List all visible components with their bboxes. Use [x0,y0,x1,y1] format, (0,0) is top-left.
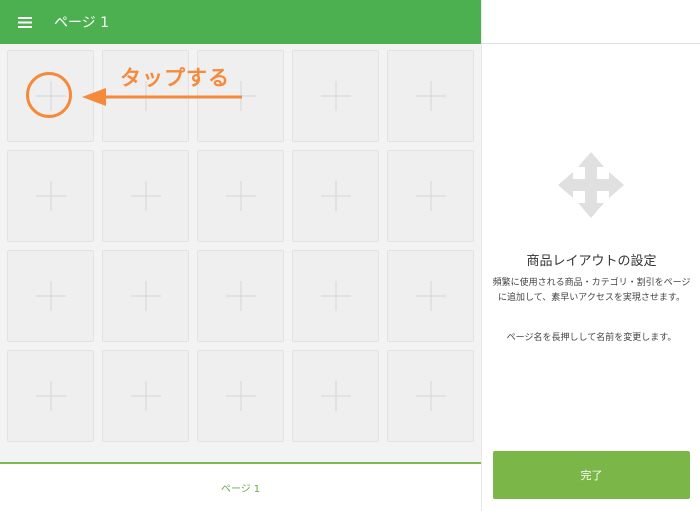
empty-tile[interactable] [197,350,284,442]
empty-tile[interactable] [292,350,379,442]
tutorial-highlight-circle [26,72,72,118]
empty-tile[interactable] [7,150,94,242]
plus-icon [130,281,161,311]
plus-icon [415,381,446,411]
page-title: ページ 1 [54,15,110,31]
empty-tile[interactable] [387,250,474,342]
plus-icon [130,381,161,411]
empty-tile[interactable] [197,250,284,342]
plus-icon [130,181,161,211]
move-arrows-icon [558,152,624,218]
plus-icon [35,181,66,211]
hamburger-menu-icon [18,16,32,28]
empty-tile[interactable] [292,50,379,142]
plus-icon [320,381,351,411]
side-panel-title: 商品レイアウトの設定 [526,254,657,269]
plus-icon [415,181,446,211]
settings-side-panel: 商品レイアウトの設定 頻繁に使用される商品・カテゴリ・割引をページに追加して、素… [481,0,700,511]
plus-icon [320,81,351,111]
side-panel-description: 頻繁に使用される商品・カテゴリ・割引をページに追加して、素早いアクセスを実現させ… [492,278,691,303]
plus-icon [225,281,256,311]
empty-tile[interactable] [7,250,94,342]
empty-tile[interactable] [102,150,189,242]
menu-button[interactable] [0,0,50,44]
empty-tile[interactable] [7,350,94,442]
plus-icon [320,281,351,311]
plus-icon [35,281,66,311]
app-header: ページ 1 [0,0,481,44]
empty-tile[interactable] [102,350,189,442]
empty-tile[interactable] [292,150,379,242]
page-tab-1[interactable]: ページ 1 [221,480,260,495]
plus-icon [225,381,256,411]
empty-tile[interactable] [387,150,474,242]
done-button[interactable]: 完了 [493,451,690,499]
empty-tile[interactable] [292,250,379,342]
empty-tile[interactable] [387,350,474,442]
layout-editor-pane: ページ 1 タップする ページ 1 [0,0,481,511]
plus-icon [35,381,66,411]
empty-tile[interactable] [387,50,474,142]
plus-icon [415,281,446,311]
tutorial-tap-label: タップする [120,66,230,90]
side-panel-rename-note: ページ名を長押しして名前を変更します。 [506,333,677,343]
plus-icon [225,181,256,211]
empty-tile[interactable] [197,150,284,242]
plus-icon [320,181,351,211]
page-tab-bar: ページ 1 [0,462,481,511]
plus-icon [415,81,446,111]
side-panel-header [482,0,700,44]
empty-tile[interactable] [102,250,189,342]
